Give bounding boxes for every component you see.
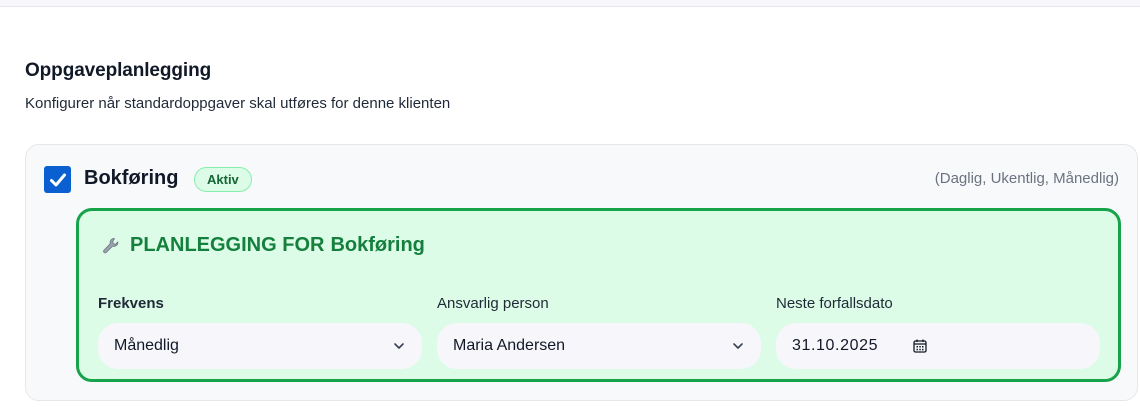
frequency-select[interactable]: Månedlig	[98, 323, 422, 369]
chevron-down-icon	[733, 343, 743, 349]
planning-panel: PLANLEGGING FOR Bokføring Frekvens Måned…	[76, 208, 1121, 382]
responsible-value: Maria Andersen	[453, 337, 566, 354]
frequencies-hint: (Daglig, Ukentlig, Månedlig)	[934, 170, 1119, 187]
section-title: Oppgaveplanlegging	[25, 60, 212, 81]
top-bar	[0, 0, 1140, 7]
chevron-down-icon	[394, 343, 404, 349]
planning-title-task: Bokføring	[330, 234, 425, 256]
frequency-value: Månedlig	[114, 337, 179, 354]
status-badge: Aktiv	[194, 167, 252, 192]
due-date-value: 31.10.2025	[792, 337, 879, 354]
frequency-label: Frekvens	[98, 295, 164, 312]
section-description: Konfigurer når standardoppgaver skal utf…	[25, 95, 451, 112]
responsible-field: Ansvarlig person Maria Andersen	[437, 295, 761, 369]
due-date-input[interactable]: 31.10.2025	[776, 323, 1100, 369]
frequency-field: Frekvens Månedlig	[98, 295, 422, 369]
calendar-icon[interactable]	[912, 338, 928, 354]
task-enabled-checkbox[interactable]	[44, 166, 71, 193]
checkmark-icon	[49, 173, 66, 186]
due-date-field: Neste forfallsdato 31.10.2025	[776, 295, 1100, 369]
wrench-icon	[103, 237, 119, 253]
task-name: Bokføring	[84, 167, 179, 189]
responsible-label: Ansvarlig person	[437, 295, 549, 312]
responsible-select[interactable]: Maria Andersen	[437, 323, 761, 369]
planning-title-prefix: PLANLEGGING FOR	[130, 234, 325, 256]
due-date-label: Neste forfallsdato	[776, 295, 893, 312]
task-card: Bokføring Aktiv (Daglig, Ukentlig, Måned…	[25, 144, 1138, 401]
planning-title: PLANLEGGING FOR Bokføring	[101, 234, 425, 257]
